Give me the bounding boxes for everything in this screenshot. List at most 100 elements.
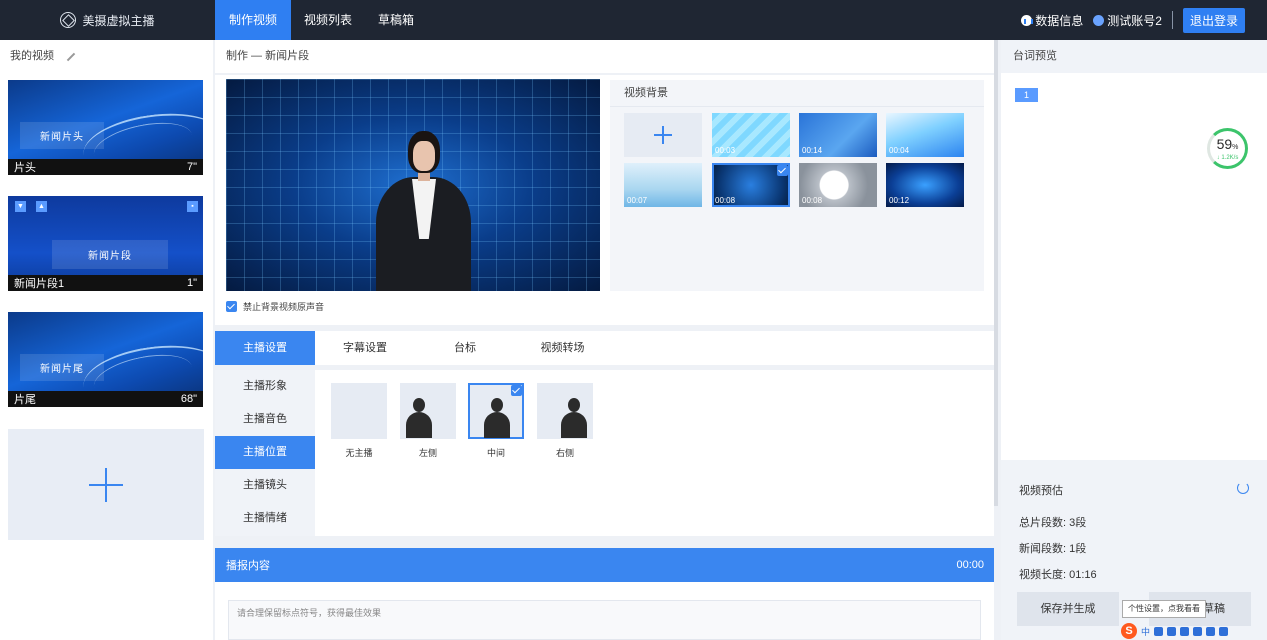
data-info-label: 数据信息 — [1035, 13, 1084, 28]
background-thumb[interactable]: 00:03 — [712, 113, 790, 157]
clip-name: 片头 — [14, 162, 36, 174]
background-thumb[interactable]: 00:08 — [799, 163, 877, 207]
tab-drafts[interactable]: 草稿箱 — [365, 0, 427, 40]
data-info-link[interactable]: 数据信息 — [1021, 12, 1083, 29]
tab-video-transition[interactable]: 视频转场 — [515, 331, 610, 365]
delete-icon[interactable]: ▪ — [187, 201, 198, 212]
editor-title: 制作 — 新闻片段 — [226, 50, 310, 62]
account-link[interactable]: 测试账号2 — [1093, 12, 1162, 29]
position-label: 左侧 — [418, 448, 437, 458]
my-videos-title: 我的视频 — [10, 50, 54, 62]
ime-toolbar[interactable]: S 中 — [1121, 623, 1257, 639]
menu-anchor-appearance[interactable]: 主播形象 — [215, 370, 315, 403]
menu-anchor-camera[interactable]: 主播镜头 — [215, 469, 315, 502]
logout-button[interactable]: 退出登录 — [1182, 7, 1245, 33]
broadcast-time: 00:00 — [956, 559, 984, 571]
preview-section: 禁止背景视频原声音 视频背景 00:03 00:14 00:04 00:07 0… — [215, 75, 994, 325]
video-preview[interactable] — [226, 79, 600, 291]
clip-caption: 新闻片头 — [20, 122, 104, 149]
background-thumb-selected[interactable]: 00:08 — [712, 163, 790, 207]
gauge-unit: % — [1232, 143, 1239, 151]
tab-make-video[interactable]: 制作视频 — [215, 0, 292, 40]
clip-duration: 68" — [180, 393, 197, 405]
background-thumb[interactable]: 00:12 — [886, 163, 964, 207]
move-down-icon[interactable]: ▼ — [15, 201, 26, 212]
checkbox-checked-icon[interactable] — [226, 301, 237, 312]
menu-anchor-voice[interactable]: 主播音色 — [215, 403, 315, 436]
background-title: 视频背景 — [610, 80, 984, 107]
punctuation-icon[interactable] — [1154, 626, 1164, 636]
mute-option[interactable]: 禁止背景视频原声音 — [226, 300, 324, 313]
estimate-title: 视频预估 — [1019, 485, 1063, 497]
emoji-icon[interactable] — [1167, 626, 1177, 636]
script-preview-panel: 台词预览 1 59% ↓ 1.2K/s 视频预估 总片段数: 3段 新闻段数: … — [1001, 40, 1267, 640]
add-clip-button[interactable] — [8, 429, 204, 540]
script-segment-tag[interactable]: 1 — [1015, 88, 1038, 102]
virtual-anchor — [371, 131, 476, 291]
clip-opening[interactable]: 新闻片头 片头 7" — [8, 80, 203, 175]
brand-logo-icon — [60, 12, 77, 28]
menu-anchor-position[interactable]: 主播位置 — [215, 436, 315, 469]
estimate-header: 视频预估 — [1001, 460, 1267, 498]
settings-icon[interactable] — [1219, 626, 1229, 636]
position-thumb — [468, 383, 524, 439]
save-generate-button[interactable]: 保存并生成 — [1017, 592, 1119, 626]
move-up-icon[interactable]: ▲ — [36, 201, 47, 212]
broadcast-title: 播报内容 — [226, 560, 270, 572]
tab-video-list[interactable]: 视频列表 — [291, 0, 365, 40]
script-input[interactable]: 请合理保留标点符号，获得最佳效果 — [228, 600, 981, 640]
position-none[interactable]: 无主播 — [331, 383, 387, 459]
clip-name: 片尾 — [14, 394, 36, 406]
script-preview-title: 台词预览 — [1001, 40, 1267, 73]
position-thumb — [400, 383, 456, 439]
thumb-duration: 00:03 — [715, 146, 736, 155]
sogou-ime-icon[interactable]: S — [1121, 623, 1137, 639]
divider — [1171, 11, 1173, 29]
ime-tooltip: 个性设置，点我看看 — [1122, 600, 1206, 618]
plus-icon — [89, 467, 123, 502]
broadcast-content: 请合理保留标点符号，获得最佳效果 — [215, 582, 994, 640]
avatar-icon — [1093, 14, 1105, 26]
anchor-settings: 主播形象 主播音色 主播位置 主播镜头 主播情绪 无主播 左侧 中间 右侧 — [215, 370, 994, 536]
person-icon — [406, 398, 432, 438]
brand[interactable]: 美摄虚拟主播 — [0, 12, 215, 29]
tab-subtitle-settings[interactable]: 字幕设置 — [315, 331, 415, 365]
gauge-speed: ↓ 1.2K/s — [1216, 154, 1239, 161]
tab-station-logo[interactable]: 台标 — [415, 331, 515, 365]
microphone-icon[interactable] — [1180, 626, 1190, 636]
my-videos-header: 我的视频 — [0, 40, 213, 73]
top-bar: 美摄虚拟主播 制作视频 视频列表 草稿箱 数据信息 测试账号2 退出登录 — [0, 0, 1267, 40]
add-background-button[interactable] — [624, 113, 702, 157]
brand-name: 美摄虚拟主播 — [82, 13, 155, 28]
position-thumb — [537, 383, 593, 439]
network-speed-gauge[interactable]: 59% ↓ 1.2K/s — [1207, 128, 1248, 169]
top-right-actions: 数据信息 测试账号2 退出登录 — [1021, 7, 1267, 33]
clip-ending[interactable]: 新闻片尾 片尾 68" — [8, 312, 203, 407]
background-thumb[interactable]: 00:07 — [624, 163, 702, 207]
settings-tabs: 主播设置 字幕设置 台标 视频转场 — [215, 331, 994, 365]
clip-name: 新闻片段1 — [14, 278, 65, 290]
person-icon — [484, 398, 510, 438]
position-center[interactable]: 中间 — [468, 383, 524, 459]
scrollbar[interactable] — [994, 40, 998, 506]
pencil-icon[interactable] — [66, 52, 76, 61]
refresh-icon[interactable] — [1237, 482, 1249, 494]
menu-anchor-emotion[interactable]: 主播情绪 — [215, 502, 315, 535]
position-left[interactable]: 左侧 — [400, 383, 456, 459]
ime-mode[interactable]: 中 — [1141, 625, 1150, 638]
estimate-total: 总片段数: 3段 — [1019, 517, 1087, 529]
background-thumb[interactable]: 00:14 — [799, 113, 877, 157]
background-thumb[interactable]: 00:04 — [886, 113, 964, 157]
position-right[interactable]: 右侧 — [537, 383, 593, 459]
skin-icon[interactable] — [1206, 626, 1216, 636]
keyboard-icon[interactable] — [1193, 626, 1203, 636]
tab-anchor-settings[interactable]: 主播设置 — [215, 331, 315, 365]
my-videos-panel: 我的视频 新闻片头 片头 7" ▼ ▲ ▪ 新闻片段 新闻片段1 1" 新闻片尾… — [0, 40, 213, 640]
main-nav: 制作视频 视频列表 草稿箱 — [215, 0, 427, 40]
clip-info-bar: 片尾 68" — [8, 391, 203, 407]
clip-news-segment[interactable]: ▼ ▲ ▪ 新闻片段 新闻片段1 1" — [8, 196, 203, 291]
clip-caption: 新闻片段 — [52, 240, 168, 269]
broadcast-header: 播报内容 00:00 — [215, 548, 994, 582]
checkbox-checked-icon — [777, 165, 788, 176]
thumb-duration: 00:08 — [802, 196, 823, 205]
